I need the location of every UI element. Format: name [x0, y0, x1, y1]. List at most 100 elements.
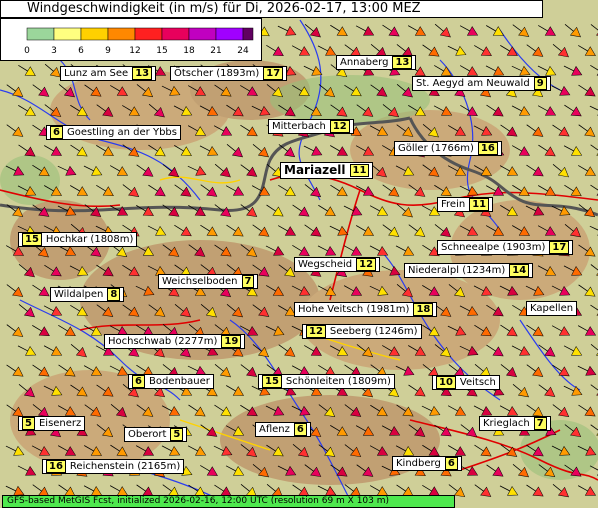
wind-arrow: [214, 364, 231, 378]
wind-arrow: [590, 344, 598, 358]
wind-arrow: [434, 23, 451, 38]
wind-arrow: [303, 145, 323, 156]
wind-arrow: [500, 45, 518, 56]
wind-speed-legend: 0 3 6 9 12 15 18 21 24: [0, 18, 262, 61]
place-label: Göller (1766m) 16: [394, 141, 502, 156]
wind-arrow: [578, 404, 596, 417]
wind-arrow: [590, 24, 598, 38]
wind-arrow: [43, 305, 63, 316]
place-name: Veitsch: [459, 377, 496, 388]
wind-arrow: [526, 364, 544, 377]
wind-arrow: [226, 385, 244, 396]
wind-arrow: [6, 364, 24, 377]
place-name: Kapellen: [530, 303, 574, 314]
wind-arrow: [330, 24, 348, 37]
wind-speed-value: 14: [509, 264, 530, 277]
wind-arrow: [317, 45, 337, 56]
wind-arrow: [589, 225, 598, 236]
place-label: 16 Reichenstein (2165m): [42, 459, 185, 474]
place-name: Frein: [441, 199, 466, 210]
place-label: 6 Bodenbauer: [128, 374, 214, 389]
place-label: Hohe Veitsch (1981m) 18: [294, 302, 438, 317]
wind-arrow: [17, 465, 37, 476]
wind-arrow: [577, 365, 597, 376]
wind-speed-value: 19: [221, 335, 242, 348]
wind-arrow: [382, 224, 400, 237]
wind-speed-value: 15: [262, 375, 282, 388]
wind-arrow: [252, 224, 270, 237]
place-name: Lunz am See: [64, 68, 129, 79]
wind-arrow: [422, 44, 440, 57]
wind-arrow: [266, 204, 284, 217]
wind-arrow: [304, 184, 322, 198]
wind-arrow: [590, 184, 598, 197]
wind-arrow: [266, 44, 284, 57]
place-label: Hochschwab (2277m) 19: [104, 334, 246, 349]
legend-swatch: [80, 27, 109, 41]
legend-swatch: [53, 27, 82, 41]
wind-arrow: [511, 145, 531, 156]
place-label: Oberort 5: [124, 427, 188, 442]
wind-arrow: [355, 225, 374, 236]
place-name: Aflenz: [259, 424, 290, 435]
place-name: Krieglach: [483, 418, 530, 429]
place-label: Ötscher (1893m) 17: [170, 66, 288, 81]
wind-arrow: [526, 484, 544, 497]
wind-arrow: [240, 164, 258, 177]
wind-arrow: [551, 325, 571, 336]
legend-tick-label: 3: [51, 46, 57, 56]
legend-tick-label: 6: [78, 46, 84, 56]
wind-speed-value: 18: [413, 303, 434, 316]
wind-arrow: [251, 185, 271, 196]
wind-arrow: [174, 224, 192, 237]
legend-swatch: [107, 27, 136, 41]
wind-speed-value: 9: [533, 77, 547, 90]
map-title: Windgeschwindigkeit (in m/s) für Di, 202…: [0, 0, 543, 18]
wind-arrow: [148, 184, 166, 197]
wind-speed-value: 5: [170, 428, 184, 441]
place-label: 15 Schönleiten (1809m): [258, 374, 395, 389]
wind-arrow: [486, 104, 504, 117]
place-name: St. Aegyd am Neuwald: [416, 78, 530, 89]
wind-arrow: [434, 224, 452, 238]
wind-arrow: [70, 185, 88, 196]
wind-arrow: [174, 184, 192, 197]
place-name: Annaberg: [340, 57, 389, 68]
forecast-footer: GFS-based MetGIS Fcst, initialized 2026-…: [2, 495, 455, 508]
wind-arrow: [147, 225, 167, 236]
legend-swatch: [26, 27, 55, 41]
place-name: Mitterbach: [272, 121, 326, 132]
wind-arrow: [32, 84, 50, 97]
place-label: Annaberg 13: [336, 55, 417, 70]
wind-arrow: [538, 25, 556, 36]
wind-arrow: [109, 165, 129, 176]
place-name: Hohe Veitsch (1981m): [298, 304, 410, 315]
legend-tick-label: 12: [129, 46, 140, 56]
place-label: Wegscheid 12: [294, 257, 381, 272]
wind-arrow: [161, 445, 181, 456]
place-label: 10 Veitsch: [432, 375, 500, 390]
wind-arrow: [162, 204, 180, 217]
wind-arrow: [17, 345, 37, 356]
wind-arrow: [214, 163, 231, 178]
wind-speed-value: 13: [132, 67, 153, 80]
wind-arrow: [474, 484, 492, 497]
wind-speed-value: 17: [549, 241, 570, 254]
wind-arrow: [240, 364, 258, 377]
wind-arrow: [199, 145, 219, 156]
wind-arrow: [395, 245, 415, 256]
wind-arrow: [499, 485, 519, 496]
wind-arrow: [552, 404, 570, 417]
wind-arrow: [474, 444, 492, 457]
place-name: Ötscher (1893m): [174, 68, 260, 79]
wind-arrow: [44, 145, 62, 156]
wind-arrow: [278, 184, 296, 197]
place-name: Niederalpl (1234m): [408, 265, 506, 276]
place-name: Schönleiten (1809m): [285, 376, 391, 387]
wind-speed-value: 5: [22, 417, 35, 430]
wind-arrow: [96, 184, 114, 196]
wind-arrow: [563, 65, 583, 76]
wind-arrow: [563, 145, 583, 156]
wind-speed-value: 7: [241, 275, 255, 288]
wind-arrow: [200, 424, 218, 437]
